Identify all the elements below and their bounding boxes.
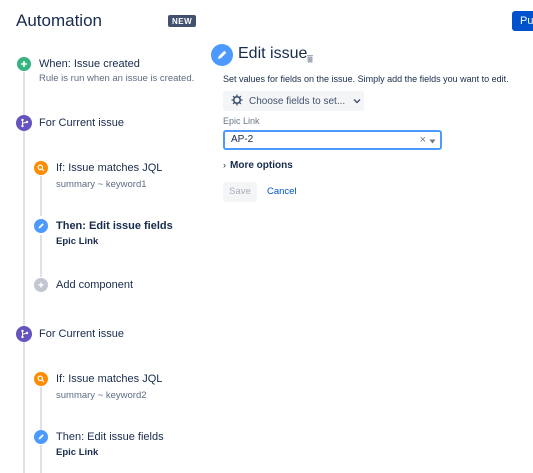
more-options-toggle[interactable]: › More options (223, 160, 293, 171)
rule-rail: When: Issue created Rule is run when an … (0, 0, 210, 473)
rail-connector (23, 341, 25, 473)
branch-icon (16, 326, 32, 342)
rail-connector (23, 131, 25, 327)
trash-icon[interactable] (306, 50, 314, 68)
panel-description: Set values for fields on the issue. Simp… (223, 74, 509, 84)
action-subtitle: Epic Link (56, 236, 99, 247)
epic-link-value: AP-2 (231, 134, 254, 145)
epic-link-select[interactable]: AP-2 × (223, 130, 442, 150)
save-button[interactable]: Save (223, 182, 257, 202)
branch-connector (40, 235, 42, 277)
rail-connector (23, 72, 25, 117)
clear-icon[interactable]: × (420, 134, 426, 146)
choose-fields-button[interactable]: Choose fields to set... (223, 91, 364, 111)
caret-down-icon[interactable] (429, 136, 436, 147)
branch-connector (40, 387, 42, 430)
branch-title[interactable]: For Current issue (39, 117, 124, 129)
choose-fields-label: Choose fields to set... (249, 95, 346, 107)
condition-title[interactable]: If: Issue matches JQL (56, 373, 162, 385)
search-icon (34, 372, 48, 386)
trigger-title[interactable]: When: Issue created (39, 58, 140, 70)
branch-icon (16, 115, 32, 131)
add-component-button[interactable]: Add component (56, 279, 133, 291)
gear-icon (231, 94, 243, 109)
trigger-subtitle: Rule is run when an issue is created. (39, 73, 195, 84)
branch-connector (40, 445, 42, 473)
cancel-button[interactable]: Cancel (267, 186, 297, 197)
condition-subtitle: summary ~ keyword2 (56, 390, 147, 401)
chevron-right-icon: › (223, 160, 226, 170)
panel-title: Edit issue (238, 45, 308, 62)
condition-subtitle: summary ~ keyword1 (56, 179, 147, 190)
branch-connector (40, 176, 42, 216)
branch-title[interactable]: For Current issue (39, 328, 124, 340)
publish-button[interactable]: Publish (512, 11, 533, 31)
action-title[interactable]: Then: Edit issue fields (56, 431, 164, 443)
chevron-down-icon (353, 96, 361, 107)
plus-icon (17, 57, 31, 71)
add-icon (34, 278, 48, 292)
action-title[interactable]: Then: Edit issue fields (56, 220, 173, 232)
more-options-label: More options (230, 160, 293, 171)
epic-link-label: Epic Link (223, 116, 260, 126)
pencil-icon (34, 219, 48, 233)
condition-title[interactable]: If: Issue matches JQL (56, 162, 162, 174)
action-subtitle: Epic Link (56, 447, 99, 458)
search-icon (34, 161, 48, 175)
pencil-icon (211, 44, 233, 66)
pencil-icon (34, 430, 48, 444)
